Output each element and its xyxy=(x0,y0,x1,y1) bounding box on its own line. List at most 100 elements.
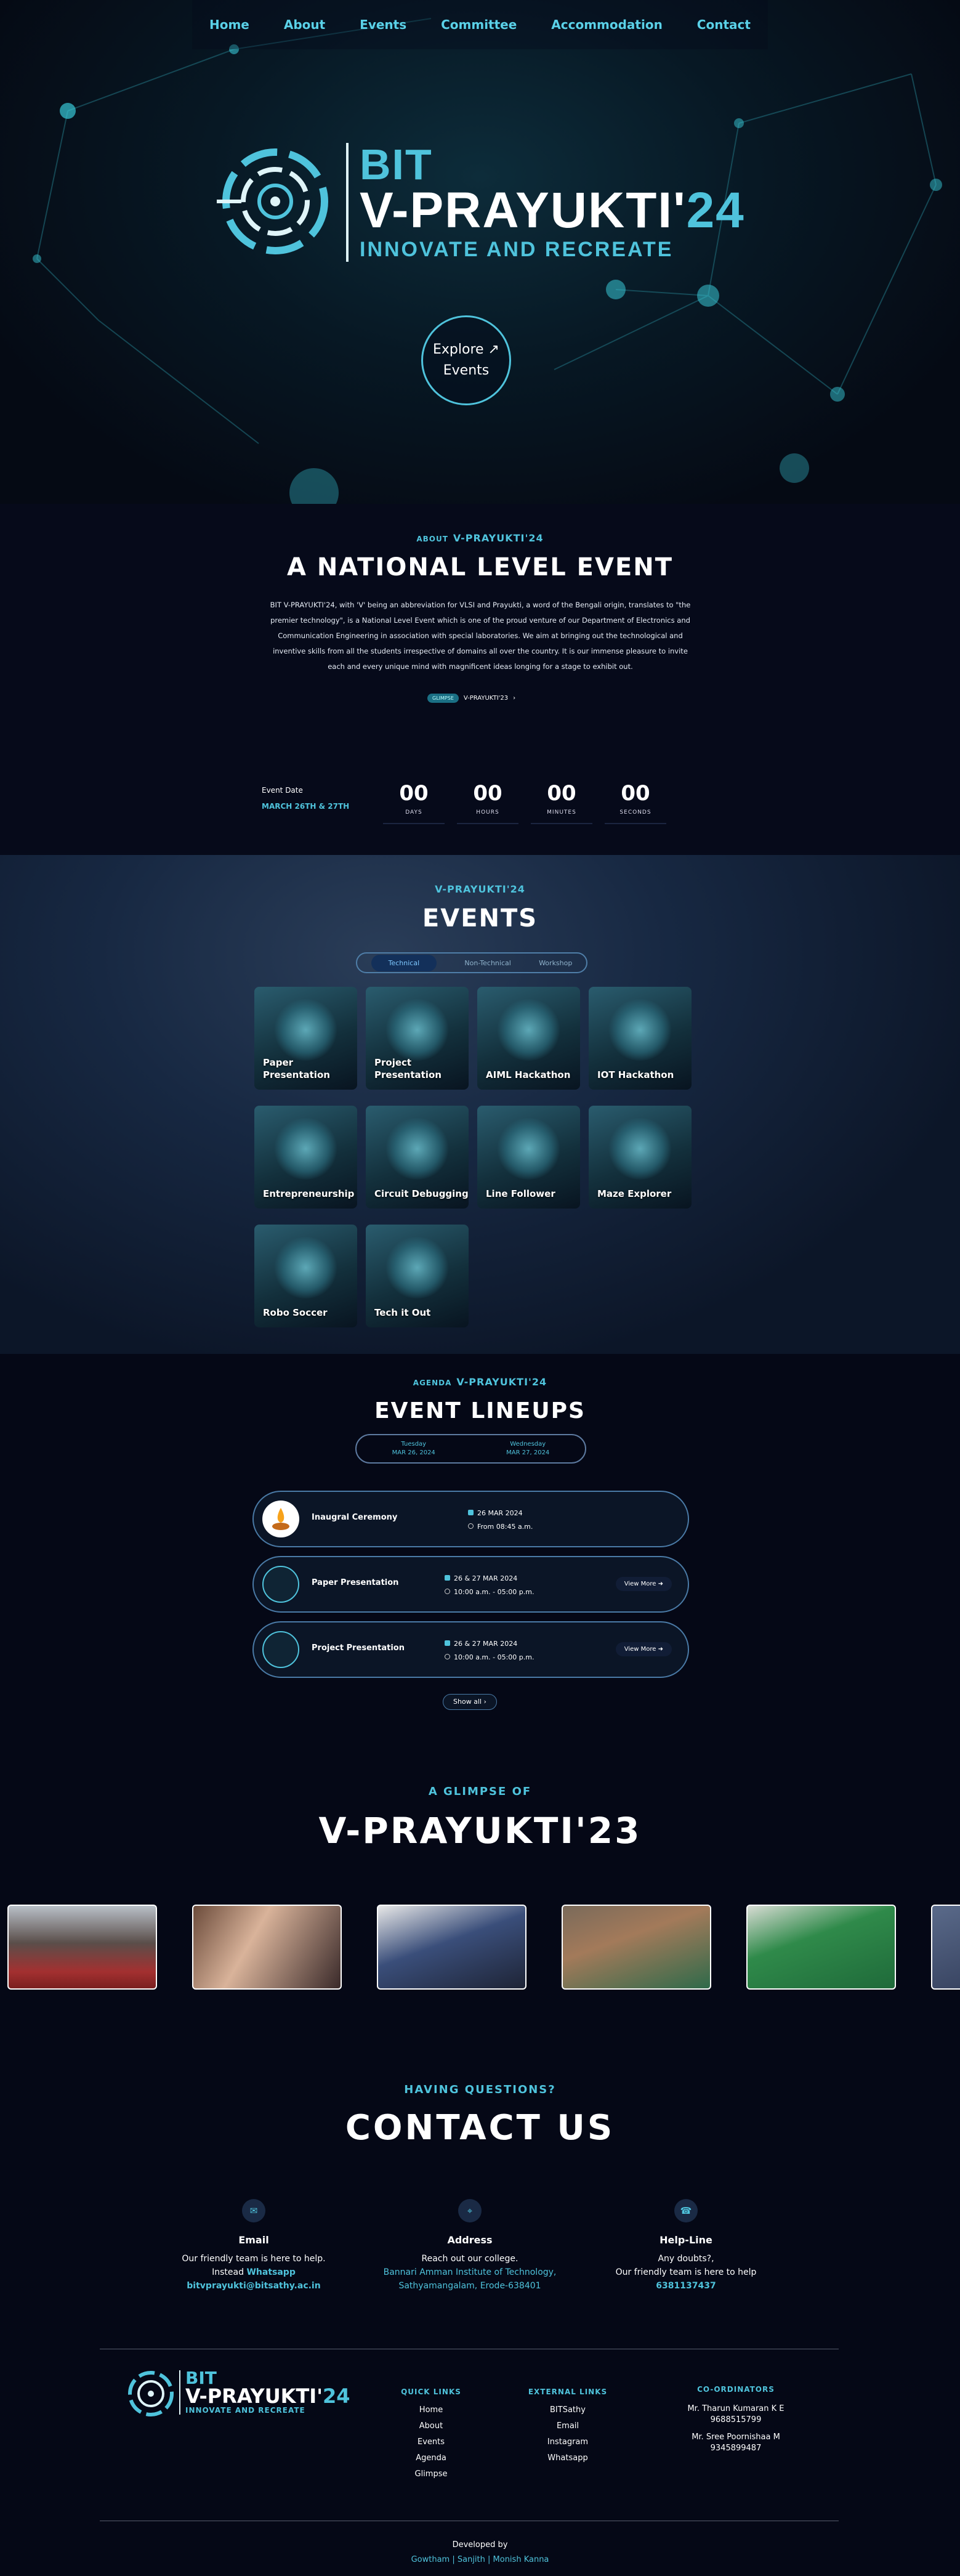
day-tab-wednesday[interactable]: Wednesday MAR 27, 2024 xyxy=(471,1435,586,1462)
nav-events[interactable]: Events xyxy=(360,17,406,32)
glimpse-link-text: V-PRAYUKTI'23 xyxy=(463,695,509,702)
calendar-icon xyxy=(468,1510,474,1515)
page: BIT V-PRAYUKTI'24 INNOVATE AND RECREATE … xyxy=(0,0,960,2576)
contact-label: HAVING QUESTIONS? xyxy=(404,2083,556,2096)
nav-about[interactable]: About xyxy=(284,17,325,32)
footer-link-events[interactable]: Events xyxy=(394,2434,468,2450)
event-card[interactable]: Robo Soccer xyxy=(254,1225,357,1327)
hero-logo: BIT V-PRAYUKTI'24 INNOVATE AND RECREATE xyxy=(217,143,744,266)
location-pin-icon: ⌖ xyxy=(458,2199,482,2222)
lineups-label: AGENDA V-PRAYUKTI'24 xyxy=(413,1376,547,1388)
paper-icon xyxy=(262,1566,299,1603)
tab-non-technical[interactable]: Non-Technical xyxy=(464,959,510,967)
countdown-hours: 00 HOURS xyxy=(457,781,518,824)
gallery-photo[interactable] xyxy=(192,1905,342,1990)
mail-icon: ✉ xyxy=(242,2199,265,2222)
footer-logo: BIT V-PRAYUKTI'24 INNOVATE AND RECREATE xyxy=(126,2369,350,2418)
gallery-photo[interactable] xyxy=(377,1905,526,1990)
logo-emblem-icon xyxy=(128,2371,174,2416)
nav-home[interactable]: Home xyxy=(209,17,249,32)
gallery-photo[interactable] xyxy=(931,1905,960,1990)
calendar-icon xyxy=(445,1640,450,1646)
gallery-photo[interactable] xyxy=(7,1905,157,1990)
explore-events-button[interactable]: Explore ↗ Events xyxy=(421,315,511,405)
contact-title: CONTACT US xyxy=(345,2108,615,2148)
events-label: V-PRAYUKTI'24 xyxy=(435,883,525,895)
clock-icon xyxy=(445,1589,450,1594)
footer-link-glimpse[interactable]: Glimpse xyxy=(394,2466,468,2482)
whatsapp-link[interactable]: Whatsapp xyxy=(246,2267,295,2277)
about-section: ABOUT V-PRAYUKTI'24 A NATIONAL LEVEL EVEN… xyxy=(0,504,960,855)
footer-link-agenda[interactable]: Agenda xyxy=(394,2450,468,2466)
logo-tagline: INNOVATE AND RECREATE xyxy=(360,238,674,261)
day-selector: Tuesday MAR 26, 2024 Wednesday MAR 27, 202… xyxy=(355,1434,586,1464)
footer-link-bitsathy[interactable]: BITSathy xyxy=(525,2402,611,2418)
logo-bit-text: BIT xyxy=(360,140,433,188)
agenda-info: 26 & 27 MAR 2024 10:00 a.m. - 05:00 p.m. xyxy=(445,1637,534,1664)
event-card[interactable]: Entrepreneurship xyxy=(254,1106,357,1209)
view-more-button[interactable]: View More ➜ xyxy=(615,1577,672,1591)
chevron-right-icon: › xyxy=(513,695,516,702)
day-tab-tuesday[interactable]: Tuesday MAR 26, 2024 xyxy=(357,1435,471,1462)
about-label: ABOUT V-PRAYUKTI'24 xyxy=(416,532,544,544)
developer-credit: Developed by Gowtham | Sanjith | Monish … xyxy=(411,2540,549,2564)
event-card[interactable]: Circuit Debugging xyxy=(366,1106,469,1209)
gallery-photo[interactable] xyxy=(562,1905,711,1990)
footer-link-email[interactable]: Email xyxy=(525,2418,611,2434)
agenda-title: Paper Presentation xyxy=(312,1578,399,1587)
lineups-section: AGENDA V-PRAYUKTI'24 EVENT LINEUPS Tuesda… xyxy=(0,1354,960,1785)
agenda-title: Inaugral Ceremony xyxy=(312,1513,398,1522)
nav-contact[interactable]: Contact xyxy=(697,17,751,32)
countdown-minutes: 00 MINUTES xyxy=(531,781,592,824)
event-card[interactable]: AIML Hackathon xyxy=(477,987,580,1090)
clock-icon xyxy=(468,1523,474,1529)
phone-icon: ☎ xyxy=(674,2199,698,2222)
footer-link-instagram[interactable]: Instagram xyxy=(525,2434,611,2450)
nav-accommodation[interactable]: Accommodation xyxy=(551,17,663,32)
logo-main-text: V-PRAYUKTI'24 xyxy=(360,182,745,238)
footer-link-home[interactable]: Home xyxy=(394,2402,468,2418)
contact-section: HAVING QUESTIONS? CONTACT US ✉ Email Our… xyxy=(0,2044,960,2352)
email-link[interactable]: bitvprayukti@bitsathy.ac.in xyxy=(161,2279,346,2293)
calendar-icon xyxy=(445,1575,450,1581)
event-card[interactable]: Tech it Out xyxy=(366,1225,469,1327)
contact-helpline: ☎ Help-Line Any doubts?, Our friendly te… xyxy=(594,2199,778,2293)
view-more-button[interactable]: View More ➜ xyxy=(615,1642,672,1656)
tab-workshop[interactable]: Workshop xyxy=(539,959,572,967)
explore-label: Explore ↗ xyxy=(433,342,499,357)
footer-quick-links: QUICK LINKS Home About Events Agenda Gli… xyxy=(394,2384,468,2482)
glimpse-link[interactable]: GLIMPSE V-PRAYUKTI'23 › xyxy=(427,694,515,703)
lamp-icon xyxy=(262,1501,299,1537)
event-date-label: Event Date xyxy=(262,786,303,795)
countdown-days: 00 DAYS xyxy=(383,781,445,824)
countdown-seconds: 00 SECONDS xyxy=(605,781,666,824)
footer-coordinators: CO-ORDINATORS Mr. Tharun Kumaran K E 968… xyxy=(687,2385,785,2453)
glimpse-title: V-PRAYUKTI'23 xyxy=(318,1810,642,1852)
agenda-title: Project Presentation xyxy=(312,1643,405,1653)
nav-committee[interactable]: Committee xyxy=(441,17,517,32)
show-all-button[interactable]: Show all › xyxy=(443,1694,497,1710)
events-section: V-PRAYUKTI'24 EVENTS Technical Non-Techn… xyxy=(0,855,960,1354)
project-icon xyxy=(262,1631,299,1668)
event-card[interactable]: Project Presentation xyxy=(366,987,469,1090)
gallery-photo[interactable] xyxy=(746,1905,896,1990)
phone-link[interactable]: 6381137437 xyxy=(594,2279,778,2293)
event-card[interactable]: Line Follower xyxy=(477,1106,580,1209)
agenda-info: 26 & 27 MAR 2024 10:00 a.m. - 05:00 p.m. xyxy=(445,1572,534,1599)
events-title: EVENTS xyxy=(422,904,538,933)
event-date: Event Date MARCH 26TH & 27TH xyxy=(262,786,349,811)
glimpse-label: A GLIMPSE OF xyxy=(428,1785,532,1798)
footer-external-links: EXTERNAL LINKS BITSathy Email Instagram … xyxy=(525,2384,611,2466)
event-card[interactable]: Paper Presentation xyxy=(254,987,357,1090)
contact-address: ⌖ Address Reach out our college. Bannari… xyxy=(377,2199,562,2293)
about-title: A NATIONAL LEVEL EVENT xyxy=(286,553,674,581)
footer-link-whatsapp[interactable]: Whatsapp xyxy=(525,2450,611,2466)
contact-email: ✉ Email Our friendly team is here to hel… xyxy=(161,2199,346,2293)
lineups-title: EVENT LINEUPS xyxy=(374,1398,586,1424)
agenda-item: Paper Presentation 26 & 27 MAR 2024 10:0… xyxy=(252,1556,689,1613)
tab-technical[interactable]: Technical xyxy=(371,954,437,971)
event-card[interactable]: IOT Hackathon xyxy=(589,987,692,1090)
hero-section: BIT V-PRAYUKTI'24 INNOVATE AND RECREATE … xyxy=(0,0,960,504)
event-card[interactable]: Maze Explorer xyxy=(589,1106,692,1209)
footer-link-about[interactable]: About xyxy=(394,2418,468,2434)
